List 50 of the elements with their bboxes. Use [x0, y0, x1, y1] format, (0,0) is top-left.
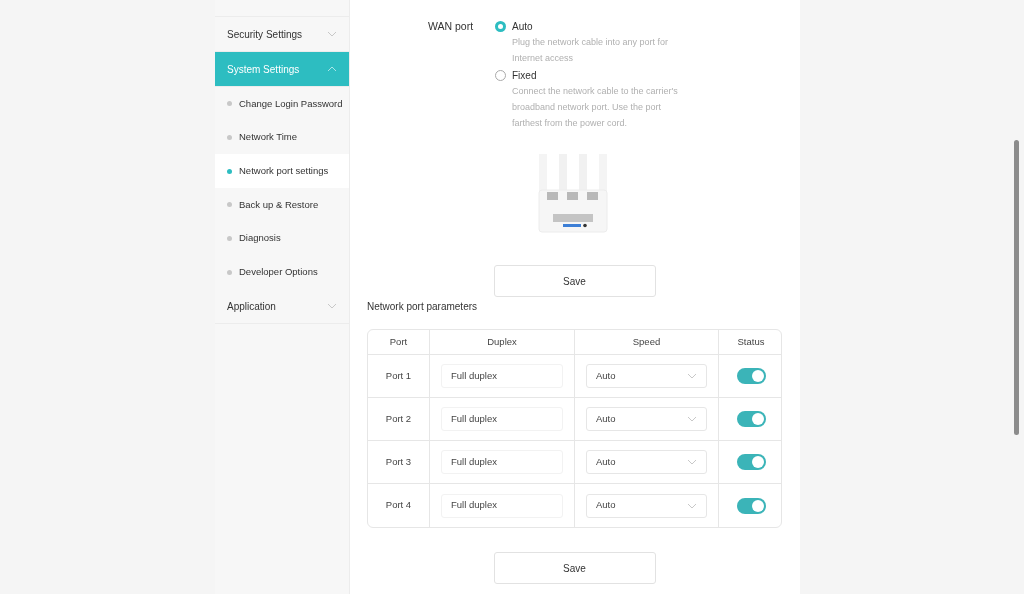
duplex-field[interactable]: Full duplex	[441, 407, 563, 431]
sidebar-subitem[interactable]: Diagnosis	[215, 221, 349, 256]
sidebar-subitem[interactable]: Back up & Restore	[215, 188, 349, 222]
sidebar-subitem[interactable]: Developer Options	[215, 255, 349, 290]
status-toggle[interactable]	[736, 368, 766, 384]
bullet-icon	[227, 202, 232, 208]
table-cell: Port 4	[368, 484, 430, 527]
save-button[interactable]: Save	[493, 265, 656, 297]
sidebar-subitem[interactable]: Network Time	[215, 120, 349, 155]
bullet-icon	[227, 236, 232, 242]
column-header: Port	[368, 330, 430, 354]
status-toggle[interactable]	[736, 497, 766, 514]
chevron-up-icon	[327, 66, 337, 72]
duplex-field[interactable]: Full duplex	[441, 450, 563, 474]
duplex-field[interactable]: Full duplex	[441, 493, 563, 518]
duplex-field[interactable]: Full duplex	[441, 364, 563, 388]
status-toggle[interactable]	[736, 454, 766, 470]
save-button[interactable]: Save	[493, 552, 656, 584]
bullet-icon	[227, 135, 232, 141]
field-label: WAN port	[427, 19, 475, 34]
table-cell: Port 1	[368, 355, 430, 397]
speed-dropdown[interactable]: Auto	[586, 450, 707, 474]
sidebar-subitem[interactable]: Network port settings	[215, 154, 349, 189]
radio-button[interactable]	[495, 20, 506, 32]
bullet-icon	[227, 269, 232, 275]
sidebar-item[interactable]: Application	[215, 289, 349, 325]
bullet-icon	[227, 168, 232, 174]
speed-dropdown[interactable]: Auto	[586, 364, 707, 388]
column-header: Status	[736, 334, 766, 349]
chevron-down-icon	[327, 303, 337, 310]
option-description: Connect the network cable to the carrier's broadband network port. Use the port farthest from the power cord.	[511, 85, 679, 130]
chevron-down-icon	[687, 416, 697, 422]
column-header: Duplex	[430, 330, 575, 354]
speed-dropdown[interactable]: Auto	[586, 493, 707, 518]
table-cell: Port 2	[368, 398, 430, 440]
chevron-down-icon	[687, 459, 697, 465]
column-header: Speed	[575, 330, 719, 354]
chevron-down-icon	[687, 502, 697, 509]
chevron-down-icon	[327, 31, 337, 37]
chevron-down-icon	[687, 373, 697, 379]
speed-dropdown[interactable]: Auto	[586, 407, 707, 431]
table-cell: Port 3	[368, 441, 430, 483]
section-title: Network port parameters	[367, 300, 479, 314]
scrollbar-thumb[interactable]	[1014, 140, 1019, 435]
radio-label: Fixed	[512, 68, 537, 83]
bullet-icon	[227, 101, 232, 107]
radio-label: Auto	[512, 19, 533, 34]
option-description: Plug the network cable into any port for Internet access	[511, 36, 670, 65]
sidebar-subitem[interactable]: Change Login Password	[215, 87, 349, 121]
status-toggle[interactable]	[736, 411, 766, 427]
